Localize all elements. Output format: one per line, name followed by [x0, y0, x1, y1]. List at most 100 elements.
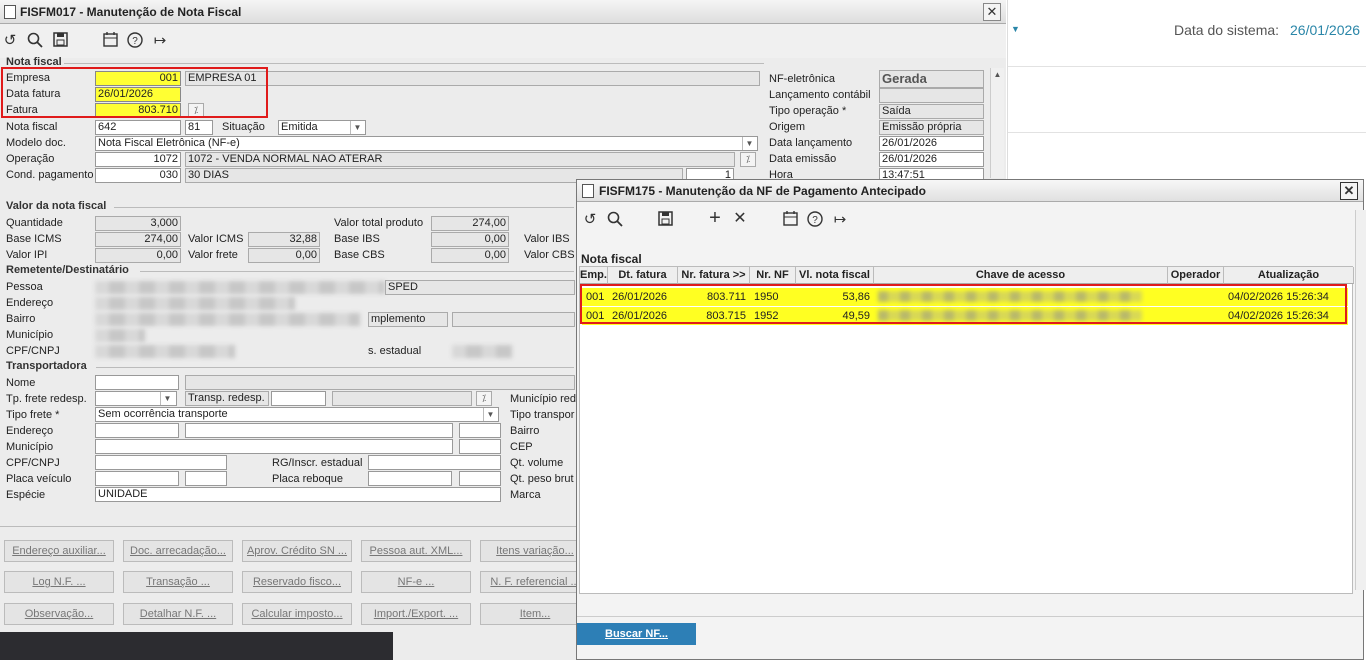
- transp-endereco-field[interactable]: [95, 423, 179, 438]
- transp-uf-field[interactable]: [459, 439, 501, 454]
- transp-cpf-field[interactable]: [95, 455, 227, 470]
- buscar-nf-button[interactable]: Buscar NF...: [577, 623, 696, 645]
- data-lancamento-label: Data lançamento: [769, 137, 853, 149]
- complemento-button[interactable]: mplemento: [368, 312, 448, 327]
- save-icon[interactable]: [656, 211, 674, 229]
- action-button[interactable]: Detalhar N.F. ...: [123, 603, 233, 625]
- action-button[interactable]: Itens variação...: [480, 540, 590, 562]
- situacao-label: Situação: [222, 121, 265, 133]
- transp-redesp-field[interactable]: [271, 391, 326, 406]
- calendar-icon[interactable]: [101, 32, 119, 50]
- rg-inscr-field[interactable]: [368, 455, 501, 470]
- nf-eletronica-label: NF-eletrônica: [769, 73, 836, 85]
- transp-redesp-lookup-icon[interactable]: ⁒: [476, 391, 492, 406]
- transp-nome-desc-field: [185, 375, 575, 390]
- section-transportadora: Transportadora: [6, 360, 87, 372]
- nota-fiscal-field[interactable]: 642: [95, 120, 181, 135]
- placa-uf-field[interactable]: [185, 471, 227, 486]
- action-button[interactable]: Reservado fisco...: [242, 571, 352, 593]
- quantidade-label: Quantidade: [6, 217, 63, 229]
- chevron-down-icon[interactable]: ▼: [1011, 24, 1020, 34]
- action-button[interactable]: Pessoa aut. XML...: [361, 540, 471, 562]
- panel-divider: [1008, 66, 1366, 67]
- dialog-section-nota-fiscal: Nota fiscal: [581, 252, 642, 266]
- action-button[interactable]: Observação...: [4, 603, 114, 625]
- action-button[interactable]: Import./Export. ...: [361, 603, 471, 625]
- endereco-field-redacted: [95, 297, 295, 310]
- bairro-field-redacted: [95, 313, 360, 326]
- calendar-icon[interactable]: [781, 211, 799, 229]
- transp-redesp-button[interactable]: Transp. redesp.: [185, 391, 269, 406]
- scroll-up-icon[interactable]: ▲: [991, 70, 1004, 79]
- base-cbs-field: 0,00: [431, 248, 509, 263]
- transp-endereco-desc-field[interactable]: [185, 423, 453, 438]
- help-icon[interactable]: ?: [806, 211, 824, 229]
- placa-reboque-field[interactable]: [368, 471, 452, 486]
- marca-label: Marca: [510, 489, 541, 501]
- dialog-close-button[interactable]: ✕: [1340, 182, 1358, 200]
- cpf-cnpj-field-redacted: [95, 345, 235, 358]
- transp-endereco-label: Endereço: [6, 425, 54, 437]
- action-button[interactable]: NF-e ...: [361, 571, 471, 593]
- column-header[interactable]: Atualização: [1224, 267, 1354, 284]
- column-header[interactable]: Nr. NF: [750, 267, 796, 284]
- transp-numero-field[interactable]: [459, 423, 501, 438]
- modelo-doc-value: Nota Fiscal Eletrônica (NF-e): [98, 137, 240, 149]
- chevron-down-icon[interactable]: ▼: [350, 121, 364, 134]
- section-divider: [96, 367, 574, 368]
- section-divider: [64, 63, 764, 64]
- exit-icon[interactable]: ↦: [831, 211, 849, 229]
- action-button[interactable]: Transação ...: [123, 571, 233, 593]
- search-icon[interactable]: [606, 211, 624, 229]
- add-icon[interactable]: +: [706, 208, 724, 228]
- column-header[interactable]: Nr. fatura >>: [678, 267, 750, 284]
- base-ibs-label: Base IBS: [334, 233, 380, 245]
- save-icon[interactable]: [51, 32, 69, 50]
- system-date-label: Data do sistema:: [1174, 22, 1280, 38]
- lancamento-contabil-label: Lançamento contábil: [769, 89, 871, 101]
- modelo-doc-select[interactable]: Nota Fiscal Eletrônica (NF-e): [95, 136, 758, 151]
- column-header[interactable]: Emp.: [580, 267, 608, 284]
- serie-field[interactable]: 81: [185, 120, 213, 135]
- column-header[interactable]: Dt. fatura: [608, 267, 678, 284]
- search-icon[interactable]: [26, 32, 44, 50]
- column-header[interactable]: Operador: [1168, 267, 1224, 284]
- cond-pagamento-code-field[interactable]: 030: [95, 168, 181, 183]
- help-icon[interactable]: ?: [126, 32, 144, 50]
- valor-icms-label: Valor ICMS: [188, 233, 244, 245]
- column-header[interactable]: Vl. nota fiscal: [796, 267, 874, 284]
- operacao-lookup-icon[interactable]: ⁒: [740, 152, 756, 167]
- transp-redesp-desc-field: [332, 391, 472, 406]
- insc-estadual-field-redacted: [452, 345, 512, 358]
- data-lancamento-field[interactable]: 26/01/2026: [879, 136, 984, 151]
- action-button[interactable]: Item...: [480, 603, 590, 625]
- action-button[interactable]: N. F. referencial ...: [480, 571, 590, 593]
- undo-icon[interactable]: ↺: [1, 32, 19, 50]
- placa-veiculo-field[interactable]: [95, 471, 179, 486]
- action-button[interactable]: Log N.F. ...: [4, 571, 114, 593]
- especie-field[interactable]: UNIDADE: [95, 487, 501, 502]
- column-header[interactable]: Chave de acesso: [874, 267, 1168, 284]
- action-button[interactable]: Endereço auxiliar...: [4, 540, 114, 562]
- operacao-code-field[interactable]: 1072: [95, 152, 181, 167]
- dialog-scrollbar[interactable]: [1355, 210, 1366, 590]
- tipo-frete-select[interactable]: Sem ocorrência transporte: [95, 407, 499, 422]
- main-close-button[interactable]: ✕: [983, 3, 1001, 21]
- action-button[interactable]: Calcular imposto...: [242, 603, 352, 625]
- chevron-down-icon[interactable]: ▼: [742, 137, 756, 150]
- action-button[interactable]: Aprov. Crédito SN ...: [242, 540, 352, 562]
- pagamento-antecipado-dialog: FISFM175 - Manutenção da NF de Pagamento…: [576, 179, 1366, 660]
- undo-icon[interactable]: ↺: [581, 211, 599, 229]
- transp-municipio-field[interactable]: [95, 439, 453, 454]
- transp-nome-code-field[interactable]: [95, 375, 179, 390]
- transp-nome-label: Nome: [6, 377, 36, 389]
- chevron-down-icon[interactable]: ▼: [483, 408, 497, 421]
- exit-icon[interactable]: ↦: [151, 32, 169, 50]
- action-button[interactable]: Doc. arrecadação...: [123, 540, 233, 562]
- chevron-down-icon[interactable]: ▼: [160, 392, 174, 405]
- main-scrollbar[interactable]: ▲: [990, 68, 1004, 178]
- taskbar-strip: [0, 632, 393, 660]
- reboque-uf-field[interactable]: [459, 471, 501, 486]
- data-emissao-field[interactable]: 26/01/2026: [879, 152, 984, 167]
- delete-icon[interactable]: ✕: [731, 210, 749, 228]
